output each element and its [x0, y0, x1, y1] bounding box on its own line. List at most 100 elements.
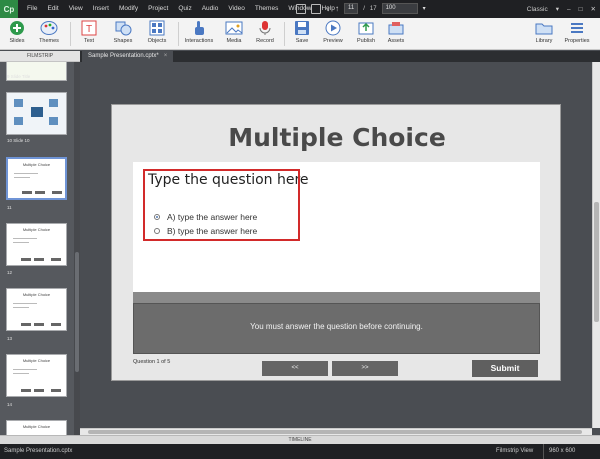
text-button[interactable]: T Text — [72, 20, 106, 44]
thumb-shape — [49, 99, 58, 107]
document-tabs: Sample Presentation.cptx* × — [80, 51, 600, 62]
main-menu: File Edit View Insert Modify Project Qui… — [22, 0, 340, 18]
slide-thumbnail-12[interactable]: Multiple Choice — [6, 223, 67, 266]
thumb-shape — [14, 117, 23, 125]
scrollbar-thumb[interactable] — [594, 202, 599, 322]
menu-video[interactable]: Video — [223, 0, 250, 18]
media-button[interactable]: Media — [217, 20, 251, 44]
properties-button[interactable]: Properties — [560, 20, 594, 44]
slide-thumbnail-14[interactable]: Multiple Choice — [6, 354, 67, 397]
answer-option-b[interactable]: B) type the answer here — [154, 226, 257, 236]
themes-button[interactable]: Themes — [32, 20, 66, 44]
thumbnail-label: 10 Slide 10 — [7, 138, 30, 143]
shapes-icon — [114, 20, 132, 36]
radio-selected-icon[interactable] — [154, 214, 160, 220]
arrow-down-icon[interactable]: ↓ — [326, 4, 330, 14]
library-button[interactable]: Library — [527, 20, 561, 44]
maximize-icon[interactable]: □ — [579, 6, 583, 13]
svg-text:T: T — [86, 24, 92, 35]
publish-button[interactable]: Publish — [349, 20, 383, 44]
monitor-icon[interactable] — [296, 3, 306, 14]
image-icon — [225, 20, 243, 36]
close-tab-icon[interactable]: × — [164, 53, 168, 59]
menu-themes[interactable]: Themes — [250, 0, 283, 18]
chevron-down-icon[interactable]: ▾ — [423, 4, 426, 14]
thumb-shape — [14, 99, 23, 107]
menu-bar: Cp File Edit View Insert Modify Project … — [0, 0, 600, 18]
interactions-button[interactable]: Interactions — [182, 20, 216, 44]
slide-thumbnail-13[interactable]: Multiple Choice — [6, 288, 67, 331]
publish-icon — [357, 20, 375, 36]
close-icon[interactable]: ✕ — [591, 5, 596, 13]
slide-total: 17 — [369, 5, 377, 12]
thumbnail-label: 11 — [7, 205, 12, 210]
radio-icon[interactable] — [154, 228, 160, 234]
add-slide-icon — [8, 20, 26, 36]
objects-button[interactable]: Objects — [140, 20, 174, 44]
menu-audio[interactable]: Audio — [197, 0, 224, 18]
menu-file[interactable]: File — [22, 0, 42, 18]
scrollbar-thumb[interactable] — [88, 430, 582, 434]
assets-icon — [387, 20, 405, 36]
vertical-scrollbar[interactable] — [592, 62, 600, 428]
shapes-button[interactable]: Shapes — [106, 20, 140, 44]
scrollbar-thumb[interactable] — [75, 252, 79, 372]
menu-insert[interactable]: Insert — [88, 0, 114, 18]
current-slide-field[interactable]: 11 — [344, 3, 359, 14]
main-toolbar: Slides Themes T Text Shapes Objects Inte… — [0, 18, 600, 50]
slide-thumbnail-10[interactable] — [6, 92, 67, 135]
minimize-icon[interactable]: – — [567, 6, 571, 13]
filmstrip-header: FILMSTRIP — [0, 51, 80, 62]
document-tab[interactable]: Sample Presentation.cptx* × — [82, 51, 174, 62]
submit-button[interactable]: Submit — [472, 360, 538, 377]
menu-modify[interactable]: Modify — [114, 0, 143, 18]
feedback-header-bar — [133, 292, 540, 303]
menu-view[interactable]: View — [64, 0, 88, 18]
zoom-field[interactable]: 100 — [381, 3, 418, 14]
window-controls: Classic ▾ – □ ✕ — [527, 0, 596, 18]
menu-project[interactable]: Project — [143, 0, 173, 18]
mail-icon[interactable] — [311, 3, 321, 14]
workspace-select[interactable]: Classic — [527, 6, 548, 13]
assets-button[interactable]: Assets — [379, 20, 413, 44]
hand-pointer-icon — [190, 20, 208, 36]
text-icon: T — [80, 20, 98, 36]
objects-icon — [148, 20, 166, 36]
slide-canvas[interactable]: Multiple Choice Type the question here A… — [111, 104, 561, 381]
slides-button[interactable]: Slides — [0, 20, 34, 44]
thumbnail-label: 14 — [7, 402, 13, 407]
chevron-down-icon[interactable]: ▾ — [556, 5, 559, 13]
menu-quiz[interactable]: Quiz — [173, 0, 196, 18]
slide-separator: / — [363, 5, 365, 12]
status-bar: Sample Presentation.cptx Filmstrip View … — [0, 444, 600, 459]
thumbnail-label: 9 Slide Title — [7, 74, 31, 79]
toolbar-separator — [178, 22, 179, 46]
menu-edit[interactable]: Edit — [42, 0, 63, 18]
record-button[interactable]: Record — [248, 20, 282, 44]
play-icon — [324, 20, 342, 36]
feedback-message[interactable]: You must answer the question before cont… — [133, 303, 540, 354]
arrow-up-icon[interactable]: ↑ — [335, 4, 339, 14]
microphone-icon — [256, 20, 274, 36]
folder-icon — [535, 20, 553, 36]
thumbnail-label: 13 — [7, 336, 13, 341]
preview-button[interactable]: Preview — [316, 20, 350, 44]
timeline-bar[interactable]: TIMELINE — [0, 435, 600, 444]
save-button[interactable]: Save — [285, 20, 319, 44]
question-count: Question 1 of 5 — [133, 359, 171, 365]
thumb-shape — [31, 107, 43, 117]
palette-icon — [40, 20, 58, 36]
filmstrip-panel: 9 Slide Title 10 Slide 10 Multiple Choic… — [0, 62, 80, 441]
toolbar-separator — [70, 22, 71, 46]
properties-icon — [568, 20, 586, 36]
status-file-name: Sample Presentation.cptx — [4, 448, 73, 454]
thumbnail-label: 12 — [7, 270, 13, 275]
save-icon — [293, 20, 311, 36]
horizontal-scrollbar[interactable] — [80, 428, 592, 435]
app-logo: Cp — [0, 0, 18, 18]
slide-thumbnail-11[interactable]: Multiple Choice — [6, 157, 67, 200]
answer-option-a[interactable]: A) type the answer here — [154, 212, 257, 222]
slide-title[interactable]: Multiple Choice — [112, 123, 562, 152]
previous-button[interactable]: << — [262, 361, 328, 376]
next-button[interactable]: >> — [332, 361, 398, 376]
